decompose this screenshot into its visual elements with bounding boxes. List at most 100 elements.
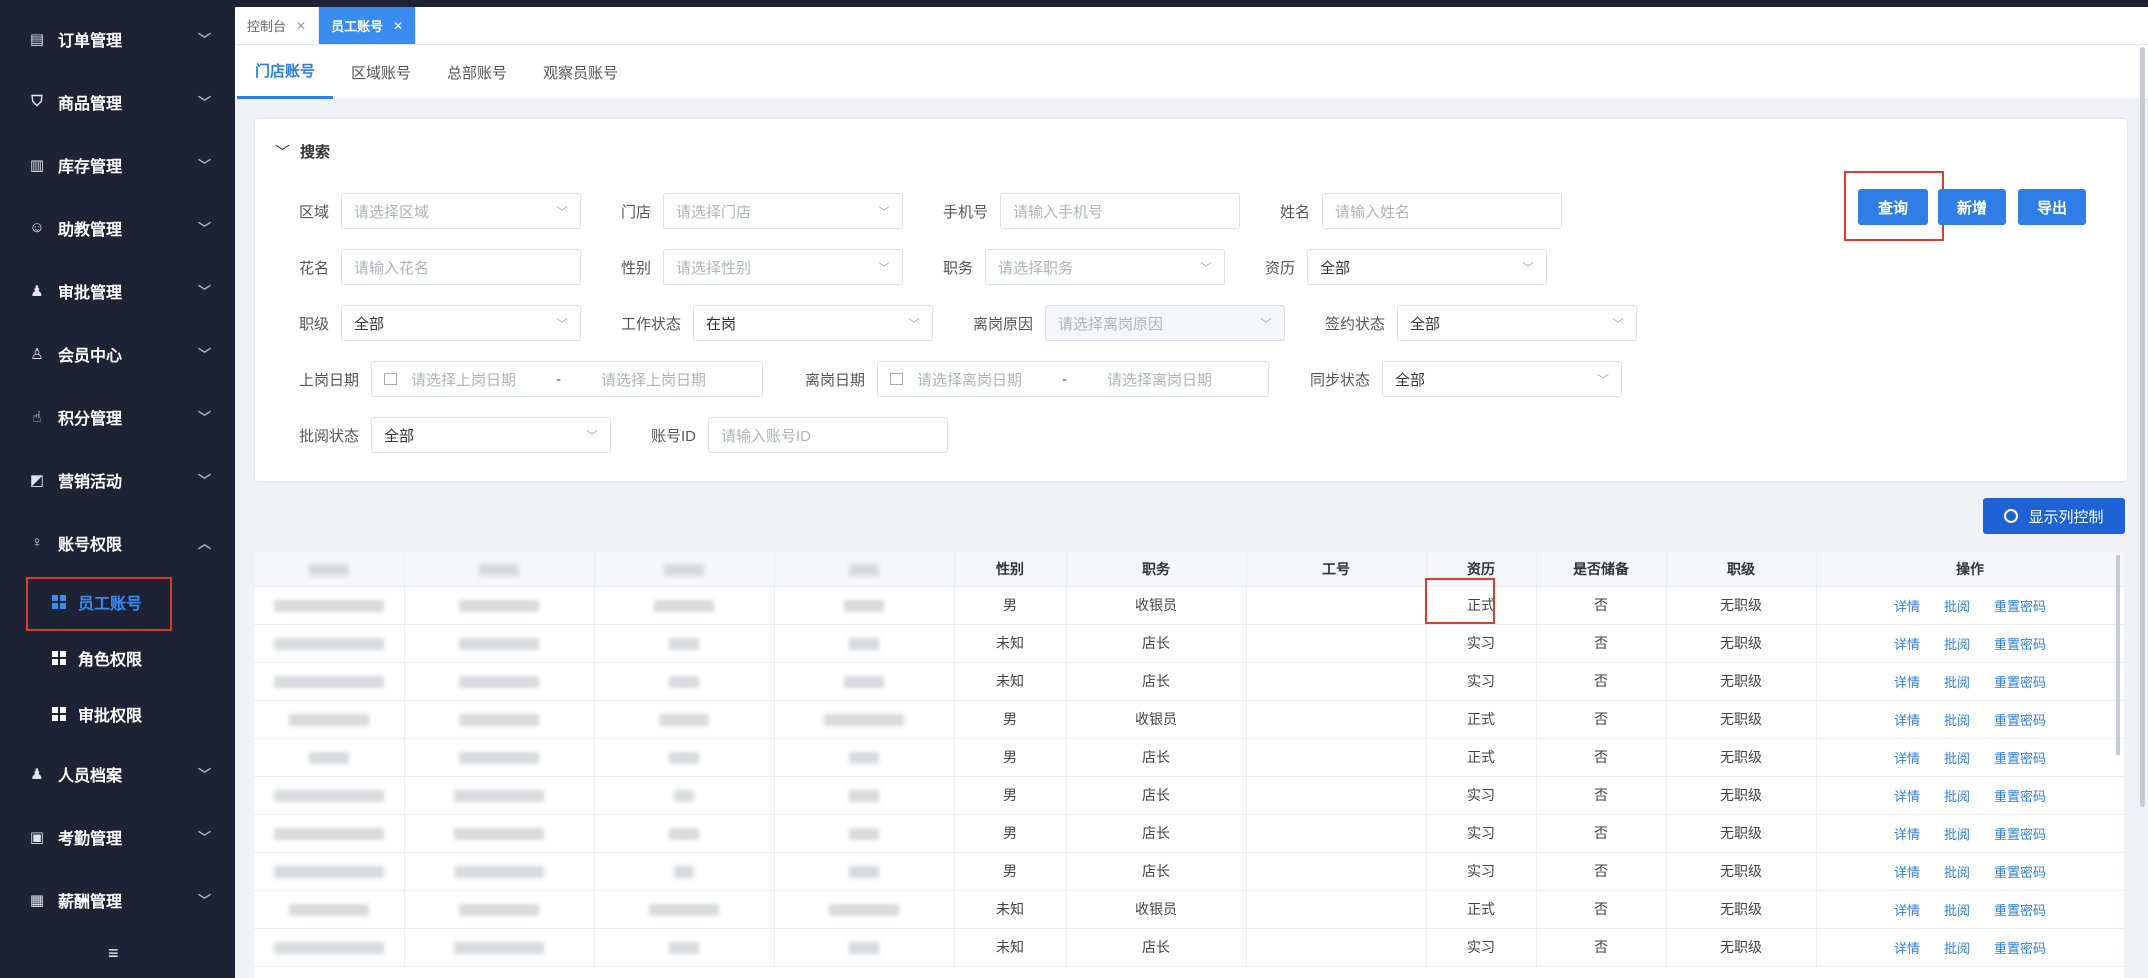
review-link[interactable]: 批阅 [1944, 599, 1970, 614]
tab-employee-accounts[interactable]: 员工账号 ✕ [319, 7, 417, 44]
phone-input[interactable]: 请输入手机号 [1000, 193, 1241, 229]
leave-date-range[interactable]: 请选择离岗日期 - 请选择离岗日期 [877, 361, 1270, 397]
tab-observer-accounts[interactable]: 观察员账号 [525, 45, 636, 99]
redacted-cell [774, 700, 955, 739]
sidebar-item-inventory[interactable]: ▥ 库存管理 ﹀ [0, 133, 235, 196]
review-link[interactable]: 批阅 [1944, 713, 1970, 728]
sidebar-item-points[interactable]: ☝ 积分管理 ﹀ [0, 385, 235, 448]
detail-link[interactable]: 详情 [1894, 865, 1920, 880]
detail-link[interactable]: 详情 [1894, 827, 1920, 842]
tab-region-accounts[interactable]: 区域账号 [333, 45, 429, 99]
account-id-input[interactable]: 请输入账号ID [708, 417, 949, 453]
area-select[interactable]: 请选择区域 ﹀ [341, 193, 582, 229]
redacted-cell [594, 738, 775, 777]
sidebar-item-assistants[interactable]: ☺ 助教管理 ﹀ [0, 196, 235, 259]
close-icon[interactable]: ✕ [296, 19, 306, 33]
sidebar-item-account-permissions[interactable]: ♀ 账号权限 ︿ [0, 511, 235, 574]
table-scrollbar[interactable] [2116, 555, 2120, 755]
reset-password-link[interactable]: 重置密码 [1994, 941, 2046, 956]
sidebar-item-approvals[interactable]: ♟ 审批管理 ﹀ [0, 259, 235, 322]
name-input[interactable]: 请输入姓名 [1322, 193, 1563, 229]
chevron-down-icon: ﹀ [878, 260, 891, 275]
tab-hq-accounts[interactable]: 总部账号 [429, 45, 525, 99]
payroll-icon: ▦ [29, 891, 45, 909]
top-bar [0, 0, 2148, 7]
cell-position: 收银员 [1066, 890, 1247, 929]
sidebar-item-orders[interactable]: ▤ 订单管理 ﹀ [0, 7, 235, 70]
detail-highlight [1425, 578, 1495, 624]
cell-employee-no [1246, 624, 1427, 663]
sign-status-select[interactable]: 全部 ﹀ [1397, 305, 1638, 341]
detail-link[interactable]: 详情 [1894, 903, 1920, 918]
sidebar-subitem-employee-accounts[interactable]: 员工账号 [0, 574, 235, 631]
query-button[interactable]: 查询 [1858, 189, 1928, 225]
sidebar-item-marketing[interactable]: ◩ 营销活动 ﹀ [0, 448, 235, 511]
review-link[interactable]: 批阅 [1944, 675, 1970, 690]
review-link[interactable]: 批阅 [1944, 751, 1970, 766]
search-header[interactable]: ﹀ 搜索 [275, 141, 330, 162]
cell-gender: 未知 [954, 624, 1067, 663]
cell-gender: 男 [954, 586, 1067, 625]
employee-table: 性别 职务 工号 资历 是否储备 职级 操作 男收银员 正式否无职级 详情 批阅 重置密… [254, 552, 2124, 978]
add-button[interactable]: 新增 [1938, 189, 2006, 225]
nickname-input[interactable]: 请输入花名 [341, 249, 582, 285]
cell-reserve: 否 [1536, 814, 1667, 853]
redacted-cell [774, 662, 955, 701]
document-icon: ▤ [29, 30, 45, 48]
review-link[interactable]: 批阅 [1944, 789, 1970, 804]
reset-password-link[interactable]: 重置密码 [1994, 675, 2046, 690]
detail-link[interactable]: 详情 [1894, 713, 1920, 728]
sidebar-item-payroll[interactable]: ▦ 薪酬管理 ﹀ [0, 868, 235, 931]
position-field: 职务 请选择职务 ﹀ [943, 249, 1226, 285]
detail-link[interactable]: 详情 [1894, 675, 1920, 690]
tab-dashboard[interactable]: 控制台 ✕ [235, 7, 320, 44]
detail-link[interactable]: 详情 [1894, 637, 1920, 652]
detail-link[interactable]: 详情 [1894, 599, 1920, 614]
reset-password-link[interactable]: 重置密码 [1994, 827, 2046, 842]
column-control-button[interactable]: 显示列控制 [1983, 498, 2125, 534]
sign-status-field: 签约状态 全部 ﹀ [1325, 305, 1638, 341]
page-scrollbar[interactable] [2140, 47, 2145, 807]
sidebar-item-attendance[interactable]: ▣ 考勤管理 ﹀ [0, 805, 235, 868]
export-button[interactable]: 导出 [2018, 189, 2086, 225]
close-icon[interactable]: ✕ [393, 19, 403, 33]
sidebar-subitem-approval-permissions[interactable]: 审批权限 [0, 686, 235, 742]
sidebar-item-personnel[interactable]: ♟ 人员档案 ﹀ [0, 742, 235, 805]
reset-password-link[interactable]: 重置密码 [1994, 865, 2046, 880]
redacted-cell [404, 662, 595, 701]
detail-link[interactable]: 详情 [1894, 941, 1920, 956]
reset-password-link[interactable]: 重置密码 [1994, 637, 2046, 652]
store-select[interactable]: 请选择门店 ﹀ [663, 193, 904, 229]
review-link[interactable]: 批阅 [1944, 637, 1970, 652]
onboard-date-range[interactable]: 请选择上岗日期 - 请选择上岗日期 [371, 361, 764, 397]
inventory-icon: ▥ [29, 156, 45, 174]
sync-status-select[interactable]: 全部 ﹀ [1382, 361, 1623, 397]
review-link[interactable]: 批阅 [1944, 903, 1970, 918]
seniority-select[interactable]: 全部 ﹀ [1307, 249, 1548, 285]
work-status-select[interactable]: 在岗 ﹀ [693, 305, 934, 341]
reset-password-link[interactable]: 重置密码 [1994, 789, 2046, 804]
review-link[interactable]: 批阅 [1944, 941, 1970, 956]
redacted-cell [404, 852, 595, 891]
gender-select[interactable]: 请选择性别 ﹀ [663, 249, 904, 285]
reset-password-link[interactable]: 重置密码 [1994, 599, 2046, 614]
review-link[interactable]: 批阅 [1944, 827, 1970, 842]
position-select[interactable]: 请选择职务 ﹀ [985, 249, 1226, 285]
review-link[interactable]: 批阅 [1944, 865, 1970, 880]
reset-password-link[interactable]: 重置密码 [1994, 713, 2046, 728]
menu-collapse-icon[interactable]: ≡ [108, 943, 119, 964]
sidebar-item-members[interactable]: ♙ 会员中心 ﹀ [0, 322, 235, 385]
sidebar-subitem-role-permissions[interactable]: 角色权限 [0, 630, 235, 686]
table-row: 男店长 实习否无职级 详情 批阅 重置密码 [254, 814, 2124, 853]
reset-password-link[interactable]: 重置密码 [1994, 903, 2046, 918]
detail-link[interactable]: 详情 [1894, 751, 1920, 766]
review-status-select[interactable]: 全部 ﹀ [371, 417, 612, 453]
cell-seniority: 实习 [1426, 624, 1537, 663]
tab-store-accounts[interactable]: 门店账号 [237, 45, 334, 99]
rank-select[interactable]: 全部 ﹀ [341, 305, 582, 341]
cell-gender: 未知 [954, 662, 1067, 701]
reset-password-link[interactable]: 重置密码 [1994, 751, 2046, 766]
redacted-cell [774, 624, 955, 663]
sidebar-item-products[interactable]: ⛉ 商品管理 ﹀ [0, 70, 235, 133]
detail-link[interactable]: 详情 [1894, 789, 1920, 804]
